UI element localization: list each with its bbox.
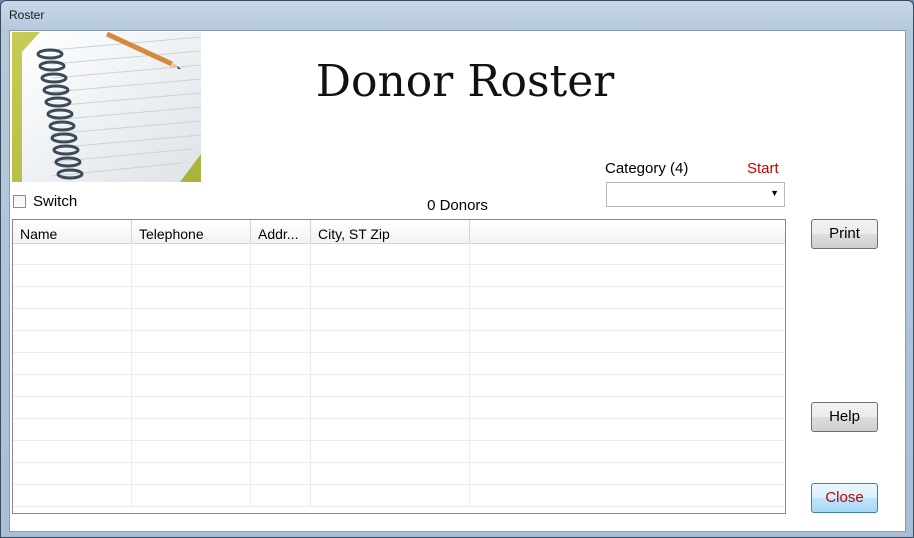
table-cell <box>13 441 132 462</box>
table-cell <box>13 397 132 418</box>
start-label: Start <box>747 160 779 177</box>
grid-header: Name Telephone Addr... City, ST Zip <box>13 220 785 244</box>
table-row <box>13 419 785 441</box>
column-header-name[interactable]: Name <box>13 220 132 243</box>
table-row <box>13 243 785 265</box>
switch-checkbox[interactable] <box>13 195 26 208</box>
table-cell <box>311 243 470 264</box>
table-cell <box>470 331 785 352</box>
notebook-illustration <box>12 32 201 182</box>
table-cell <box>13 243 132 264</box>
print-button[interactable]: Print <box>811 219 878 249</box>
table-cell <box>13 309 132 330</box>
table-cell <box>132 485 251 506</box>
table-cell <box>13 485 132 506</box>
table-cell <box>251 331 311 352</box>
table-cell <box>251 375 311 396</box>
table-row <box>13 287 785 309</box>
table-cell <box>311 441 470 462</box>
table-cell <box>132 463 251 484</box>
table-row <box>13 331 785 353</box>
roster-window: Roster Donor Roster Switch 0 Donors Cate… <box>0 0 914 538</box>
table-cell <box>311 375 470 396</box>
table-cell <box>311 463 470 484</box>
switch-checkbox-group[interactable]: Switch <box>13 193 77 210</box>
column-header-city-st-zip[interactable]: City, ST Zip <box>311 220 470 243</box>
table-cell <box>470 309 785 330</box>
table-cell <box>251 265 311 286</box>
switch-label[interactable]: Switch <box>33 193 77 210</box>
table-row <box>13 463 785 485</box>
table-row <box>13 309 785 331</box>
title-bar[interactable]: Roster <box>1 1 913 30</box>
table-cell <box>470 419 785 440</box>
table-cell <box>311 353 470 374</box>
table-row <box>13 397 785 419</box>
client-area: Donor Roster Switch 0 Donors Category (4… <box>9 30 906 532</box>
category-dropdown[interactable]: ▼ <box>606 182 785 207</box>
table-cell <box>13 265 132 286</box>
table-cell <box>470 265 785 286</box>
table-row <box>13 265 785 287</box>
table-cell <box>311 331 470 352</box>
table-row <box>13 441 785 463</box>
table-cell <box>132 419 251 440</box>
table-cell <box>311 397 470 418</box>
category-label: Category (4) <box>605 160 689 177</box>
column-header-address[interactable]: Addr... <box>251 220 311 243</box>
table-cell <box>251 287 311 308</box>
table-cell <box>311 287 470 308</box>
table-cell <box>132 353 251 374</box>
donor-grid[interactable]: Name Telephone Addr... City, ST Zip <box>12 219 786 514</box>
table-cell <box>470 463 785 484</box>
table-row <box>13 353 785 375</box>
table-cell <box>470 397 785 418</box>
table-cell <box>251 243 311 264</box>
help-button[interactable]: Help <box>811 402 878 432</box>
table-cell <box>311 419 470 440</box>
table-cell <box>132 397 251 418</box>
table-cell <box>251 419 311 440</box>
table-cell <box>470 353 785 374</box>
table-cell <box>132 287 251 308</box>
page-title: Donor Roster <box>315 56 615 107</box>
table-cell <box>13 331 132 352</box>
table-cell <box>311 265 470 286</box>
grid-rows <box>13 243 785 507</box>
donor-count: 0 Donors <box>427 197 488 214</box>
table-cell <box>132 375 251 396</box>
table-cell <box>311 485 470 506</box>
table-cell <box>470 375 785 396</box>
notebook-image <box>12 32 201 182</box>
table-cell <box>251 309 311 330</box>
table-cell <box>251 353 311 374</box>
table-cell <box>132 441 251 462</box>
table-cell <box>13 353 132 374</box>
table-cell <box>13 419 132 440</box>
chevron-down-icon[interactable]: ▼ <box>770 188 779 198</box>
table-cell <box>251 485 311 506</box>
table-row <box>13 485 785 507</box>
table-cell <box>13 287 132 308</box>
table-cell <box>470 485 785 506</box>
column-header-telephone[interactable]: Telephone <box>132 220 251 243</box>
table-cell <box>251 397 311 418</box>
table-cell <box>13 375 132 396</box>
window-title: Roster <box>9 8 45 22</box>
table-cell <box>251 463 311 484</box>
table-cell <box>13 463 132 484</box>
table-cell <box>132 265 251 286</box>
table-cell <box>251 441 311 462</box>
table-cell <box>132 243 251 264</box>
close-button[interactable]: Close <box>811 483 878 513</box>
table-cell <box>132 309 251 330</box>
table-cell <box>470 441 785 462</box>
table-row <box>13 375 785 397</box>
table-cell <box>132 331 251 352</box>
table-cell <box>470 243 785 264</box>
table-cell <box>470 287 785 308</box>
column-header-filler <box>470 220 785 243</box>
table-cell <box>311 309 470 330</box>
